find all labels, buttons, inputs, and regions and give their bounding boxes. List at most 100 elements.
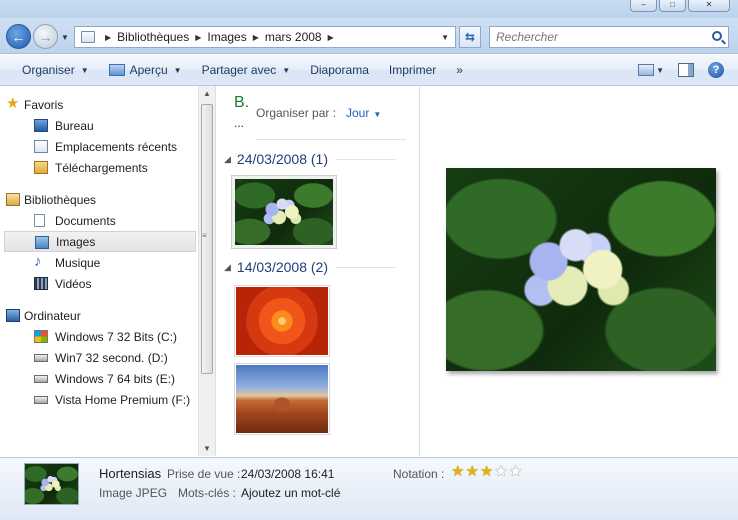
collapse-icon[interactable]: ◢: [224, 262, 231, 273]
arrange-by-value: Jour: [346, 106, 370, 120]
arrange-by-dropdown[interactable]: Jour ▼: [346, 106, 381, 120]
divider: [256, 139, 406, 140]
help-icon[interactable]: ?: [708, 62, 724, 78]
nav-music[interactable]: ♪ Musique: [4, 252, 196, 273]
slideshow-button[interactable]: Diaporama: [300, 55, 379, 85]
nav-label: Win7 32 second. (D:): [55, 350, 168, 365]
star-icon[interactable]: ★: [494, 464, 507, 480]
thumbnail-dahlia[interactable]: [234, 285, 330, 357]
scroll-up-icon[interactable]: ▲: [203, 89, 211, 98]
thumbnail-desert[interactable]: [234, 363, 330, 435]
more-commands-button[interactable]: »: [446, 55, 473, 85]
photo-hydrangea: [235, 179, 333, 245]
preview-icon: [108, 64, 125, 76]
close-button[interactable]: ✕: [688, 0, 730, 12]
change-view-icon[interactable]: [638, 64, 655, 76]
nav-videos[interactable]: Vidéos: [4, 273, 196, 294]
organize-button[interactable]: Organiser ▼: [0, 55, 99, 85]
recent-places-icon: [34, 140, 48, 153]
nav-images[interactable]: Images: [4, 231, 196, 252]
nav-drive-d[interactable]: Win7 32 second. (D:): [4, 347, 196, 368]
photo-dahlia: [236, 287, 328, 355]
recent-pages-dropdown[interactable]: ▼: [61, 33, 69, 42]
group-header-1403[interactable]: ◢ 14/03/2008 (2): [224, 259, 396, 275]
star-icon[interactable]: ★: [509, 464, 522, 480]
chevron-down-icon: ▼: [373, 110, 382, 119]
document-icon: [34, 214, 45, 227]
share-label: Partager avec: [201, 63, 277, 77]
print-button[interactable]: Imprimer: [379, 55, 446, 85]
collapse-icon[interactable]: ◢: [224, 154, 231, 165]
file-type: Image JPEG: [99, 486, 168, 500]
downloads-icon: [34, 161, 48, 174]
search-icon[interactable]: [712, 31, 722, 41]
chevron-right-icon[interactable]: ▶: [105, 33, 111, 42]
preview-pane-icon[interactable]: [678, 63, 694, 77]
libraries-icon: [6, 193, 20, 206]
date-taken-value[interactable]: 24/03/2008 16:41: [241, 467, 334, 481]
preview-image-hydrangea: [446, 168, 716, 371]
share-button[interactable]: Partager avec ▼: [192, 55, 301, 85]
nav-desktop[interactable]: Bureau: [4, 115, 196, 136]
chevron-down-icon: ▼: [173, 65, 182, 75]
chevron-down-icon[interactable]: ▼: [656, 66, 664, 75]
view-controls: ▼ ?: [638, 55, 738, 85]
pictures-icon: [35, 236, 49, 249]
preview-button[interactable]: Aperçu ▼: [99, 55, 192, 85]
nav-label: Documents: [55, 213, 116, 228]
chevron-right-icon[interactable]: ▶: [195, 33, 201, 42]
tags-value[interactable]: Ajoutez un mot-clé: [241, 486, 340, 500]
nav-scrollbar[interactable]: ▲ ≡ ▼: [198, 86, 215, 456]
nav-recent-places[interactable]: Emplacements récents: [4, 136, 196, 157]
address-bar[interactable]: ▶ Bibliothèques ▶ Images ▶ mars 2008 ▶ ▼: [74, 26, 456, 48]
library-title-overflow: ...: [234, 116, 245, 130]
navigation-tree: ★ Favoris Bureau Emplacements récents Té…: [4, 94, 196, 410]
nav-drive-f[interactable]: Vista Home Premium (F:): [4, 389, 196, 410]
chevron-right-icon[interactable]: ▶: [253, 33, 259, 42]
refresh-icon: ⇆: [464, 30, 476, 44]
chevron-right-icon[interactable]: ▶: [328, 33, 334, 42]
breadcrumb-libraries[interactable]: Bibliothèques: [117, 30, 189, 44]
group-header-label: 24/03/2008 (1): [236, 151, 328, 167]
windows-drive-icon: [34, 330, 48, 343]
star-icon[interactable]: ★: [451, 464, 464, 480]
nav-libraries[interactable]: Bibliothèques: [4, 189, 196, 210]
search-box[interactable]: [489, 26, 729, 48]
nav-label: Windows 7 64 bits (E:): [55, 371, 176, 386]
refresh-button[interactable]: ⇆: [459, 26, 481, 48]
chevron-down-icon: ▼: [80, 65, 89, 75]
music-note-icon: ♪: [34, 253, 42, 270]
nav-computer[interactable]: Ordinateur: [4, 305, 196, 326]
photo-desert: [236, 365, 328, 433]
nav-drive-e[interactable]: Windows 7 64 bits (E:): [4, 368, 196, 389]
star-icon[interactable]: ★: [480, 464, 493, 480]
window-controls: – □ ✕: [630, 0, 730, 12]
command-bar: Organiser ▼ Aperçu ▼ Partager avec ▼ Dia…: [0, 55, 738, 86]
hard-drive-icon: [34, 354, 48, 362]
rating-stars[interactable]: ★ ★ ★ ★ ★: [451, 464, 522, 480]
star-icon[interactable]: ★: [465, 464, 478, 480]
print-label: Imprimer: [388, 63, 437, 77]
breadcrumb-images[interactable]: Images: [207, 30, 246, 44]
hard-drive-icon: [34, 396, 48, 404]
preview-pane: [421, 86, 738, 456]
nav-drive-c[interactable]: Windows 7 32 Bits (C:): [4, 326, 196, 347]
scroll-down-icon[interactable]: ▼: [203, 444, 211, 453]
minimize-button[interactable]: –: [630, 0, 657, 12]
divider: [336, 158, 396, 160]
nav-label: Emplacements récents: [55, 139, 178, 154]
maximize-button[interactable]: □: [659, 0, 686, 12]
thumbnail-hortensias[interactable]: [231, 175, 337, 249]
group-header-2403[interactable]: ◢ 24/03/2008 (1): [224, 151, 396, 167]
address-dropdown-icon[interactable]: ▼: [441, 33, 449, 42]
nav-label: Téléchargements: [55, 160, 148, 175]
forward-button[interactable]: →: [33, 24, 58, 49]
back-button[interactable]: ←: [6, 24, 31, 49]
scrollbar-grip-icon: ≡: [202, 231, 207, 240]
breadcrumb-march-2008[interactable]: mars 2008: [265, 30, 322, 44]
search-input[interactable]: [490, 30, 700, 44]
rating-label: Notation :: [393, 467, 445, 481]
nav-favorites[interactable]: ★ Favoris: [4, 94, 196, 115]
nav-documents[interactable]: Documents: [4, 210, 196, 231]
nav-downloads[interactable]: Téléchargements: [4, 157, 196, 178]
